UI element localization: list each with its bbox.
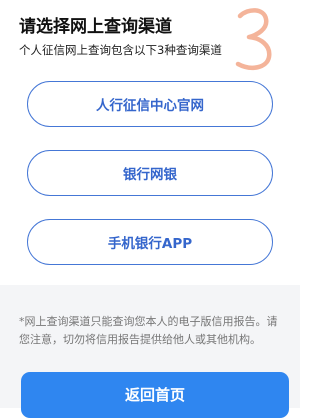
page-subtitle: 个人征信网上查询包含以下3种查询渠道 <box>19 43 222 57</box>
channel-label: 银行网银 <box>123 167 177 183</box>
channel-button-mobile-banking-app[interactable]: 手机银行APP <box>27 219 273 265</box>
handwritten-step-number <box>235 8 272 71</box>
return-home-button[interactable]: 返回首页 <box>21 372 289 418</box>
page-title: 请选择网上查询渠道 <box>19 17 172 37</box>
notice-text: *网上查询渠道只能查询您本人的电子版信用报告。请您注意，切勿将信用报告提供给他人… <box>19 315 278 346</box>
channel-label: 人行征信中心官网 <box>96 98 204 114</box>
channel-button-online-banking[interactable]: 银行网银 <box>27 150 273 196</box>
channel-button-pbc-official-site[interactable]: 人行征信中心官网 <box>27 81 273 127</box>
return-home-label: 返回首页 <box>124 386 185 404</box>
channel-label: 手机银行APP <box>107 236 193 252</box>
